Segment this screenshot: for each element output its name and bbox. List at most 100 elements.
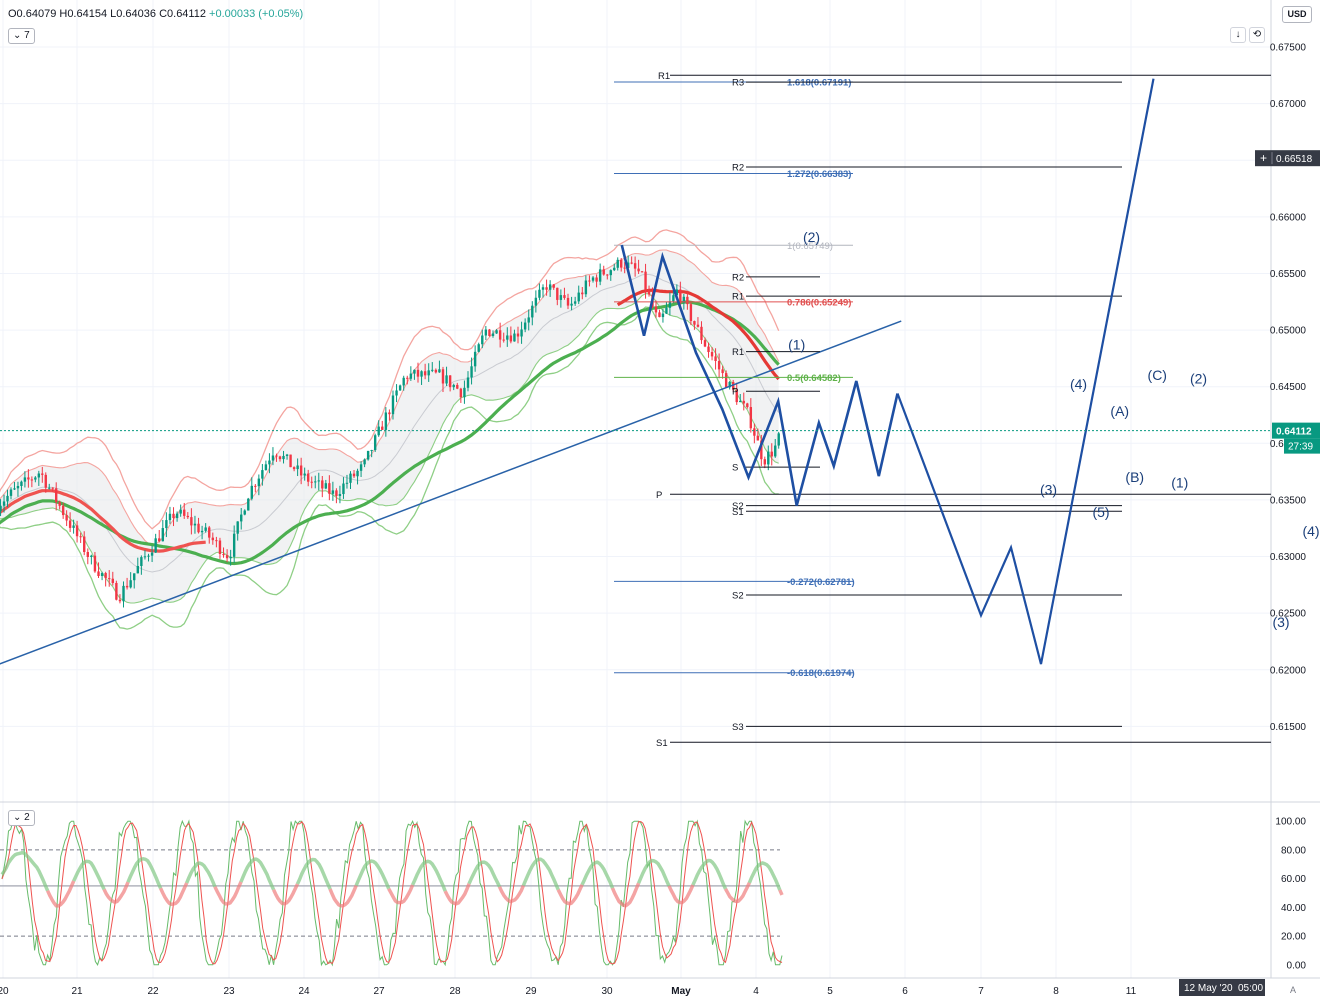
time-tick-label: 21	[71, 986, 83, 997]
candle-body	[278, 456, 282, 460]
candle-body	[352, 473, 356, 477]
candle-body	[122, 585, 125, 602]
candle-body	[552, 284, 555, 288]
candle-body	[717, 360, 721, 370]
candle-body	[37, 473, 41, 478]
last-price-label: 0.64112	[1276, 427, 1312, 438]
candle-body	[93, 555, 97, 572]
scroll-down-button[interactable]: ↓	[1230, 27, 1246, 43]
candle	[335, 488, 338, 504]
candle-body	[6, 495, 9, 502]
candle-body	[51, 487, 54, 489]
candle-body	[282, 455, 285, 460]
wave-label: (C)	[1148, 367, 1167, 383]
price-tick-label: 0.65500	[1270, 269, 1307, 280]
candle-body	[774, 445, 777, 457]
candle-body	[215, 540, 218, 542]
candle-body	[225, 555, 229, 559]
candle-body	[366, 450, 370, 460]
pivot-label: S2	[732, 591, 744, 602]
chart-canvas[interactable]: 0.675000.670000.665000.660000.655000.650…	[0, 0, 1320, 1001]
rsi-segment	[778, 889, 784, 896]
candle-body	[721, 369, 724, 374]
pivot-label: R2	[732, 163, 744, 174]
candle-body	[406, 377, 409, 379]
auto-scale-button[interactable]: A	[1290, 985, 1296, 995]
wave-label: (1)	[788, 336, 805, 352]
candle	[289, 454, 292, 468]
candle-body	[240, 514, 243, 522]
candle-body	[506, 335, 509, 340]
candle	[264, 460, 268, 471]
pivot-label: R2	[732, 272, 744, 283]
candle-body	[441, 369, 445, 384]
plus-icon: +	[1260, 151, 1267, 165]
time-crosshair-label: 12 May '20	[1184, 983, 1233, 994]
candle-body	[289, 454, 292, 468]
candle-body	[473, 351, 477, 367]
candle-body	[218, 540, 222, 555]
main-pane-settings-button[interactable]: ⌄ 7	[8, 28, 35, 44]
candle-body	[183, 509, 186, 516]
reset-chart-button[interactable]: ⟲	[1249, 27, 1265, 43]
candle-body	[345, 482, 349, 484]
candle-body	[111, 578, 114, 583]
price-tick-label: 0.67500	[1270, 42, 1307, 53]
candle-body	[75, 525, 79, 537]
candle-body	[303, 473, 306, 476]
candle-body	[470, 366, 473, 378]
candle-body	[161, 528, 165, 542]
candle-body	[211, 537, 215, 541]
time-tick-label: 4	[753, 986, 759, 997]
time-tick-label: 28	[449, 986, 461, 997]
candle-body	[136, 566, 139, 574]
price-tick-label: 0.66000	[1270, 212, 1307, 223]
candle-body	[285, 454, 289, 456]
candle-body	[710, 352, 714, 357]
osc-pane-settings-button[interactable]: ⌄ 2	[8, 810, 35, 826]
candle-body	[261, 470, 264, 479]
candle-body	[647, 290, 651, 295]
price-tick-label: 0.63500	[1270, 495, 1307, 506]
candle-body	[541, 287, 545, 290]
candle-body	[456, 384, 459, 389]
candle-body	[190, 517, 193, 526]
time-tick-label: 24	[298, 986, 310, 997]
candle-body	[342, 483, 345, 495]
price-tick-label: 0.62000	[1270, 665, 1307, 676]
candle-body	[686, 296, 689, 305]
candle	[161, 519, 165, 542]
candle-body	[23, 477, 27, 482]
price-tick-label: 0.65000	[1270, 326, 1307, 337]
candle-body	[208, 527, 211, 538]
candle-body	[481, 335, 484, 345]
candle-body	[548, 284, 552, 290]
candle-body	[129, 580, 132, 588]
currency-button[interactable]: USD	[1282, 6, 1312, 23]
candle-body	[434, 369, 438, 373]
candle-body	[637, 268, 640, 272]
candle	[373, 433, 377, 452]
fib-label: 0.786(0.65249)	[787, 297, 851, 308]
fib-label: 1.272(0.66383)	[787, 169, 851, 180]
time-tick-label: 29	[525, 986, 537, 997]
candle-body	[402, 377, 405, 386]
chevron-down-icon: ⌄	[13, 812, 22, 823]
candle-body	[370, 450, 373, 452]
candle-body	[307, 473, 310, 482]
wave-label: (1)	[1171, 474, 1188, 490]
candle-body	[388, 412, 391, 415]
candle-body	[595, 277, 598, 282]
candle-body	[502, 339, 505, 341]
candle-body	[563, 295, 566, 298]
candle-body	[427, 370, 430, 376]
candle-body	[398, 385, 402, 391]
candle-body	[143, 556, 147, 558]
time-tick-label: 22	[147, 986, 159, 997]
candle-body	[115, 582, 118, 600]
candle	[254, 484, 257, 493]
osc-tick-label: 100.00	[1275, 817, 1306, 828]
candle-body	[448, 375, 452, 388]
candle-body	[693, 321, 696, 325]
time-tick-label: 6	[902, 986, 908, 997]
